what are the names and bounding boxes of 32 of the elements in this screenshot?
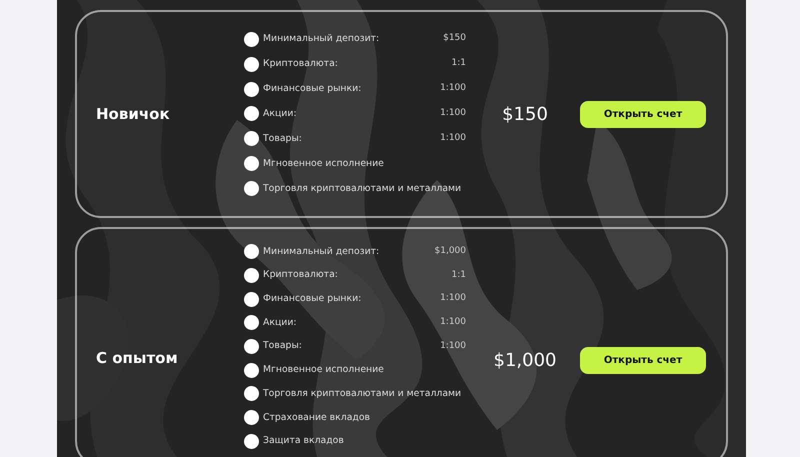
feature-label: Защита вкладов (263, 434, 344, 448)
plan-price: $1,000 (492, 349, 558, 373)
feature-label: Мгновенное исполнение (263, 363, 384, 378)
feature-value: 1:100 (440, 316, 467, 329)
open-account-button[interactable]: Открыть счет (580, 347, 706, 374)
feature-value: 1:100 (440, 292, 467, 306)
feature-label: Акции: (263, 107, 297, 121)
feature-label: Товары: (263, 339, 302, 354)
feature-value: 1:1 (452, 268, 467, 282)
feature-label: Страхование вкладов (263, 410, 370, 424)
feature-label: Финансовые рынки: (263, 82, 362, 96)
open-account-button[interactable]: Открыть счет (580, 100, 706, 128)
feature-value: 1:100 (440, 107, 467, 120)
feature-value: $150 (443, 32, 467, 46)
feature-label: Товары: (263, 132, 302, 146)
feature-label: Криптовалюта: (263, 268, 338, 282)
plan-price: $150 (501, 102, 549, 126)
feature-value: 1:1 (452, 57, 467, 70)
feature-label: Мгновенное исполнение (263, 156, 384, 171)
feature-value: 1:100 (440, 82, 467, 96)
feature-label: Финансовые рынки: (263, 292, 362, 306)
feature-label: Торговля криптовалютами и металлами (263, 386, 462, 401)
feature-value: 1:100 (440, 340, 467, 353)
feature-label: Минимальный депозит: (263, 32, 380, 46)
feature-label: Минимальный депозит: (263, 244, 380, 259)
plan-name: С опытом (96, 348, 179, 369)
feature-value: 1:100 (440, 132, 467, 146)
plan-name: Новичок (96, 104, 171, 125)
feature-label: Акции: (263, 316, 297, 330)
feature-label: Торговля криптовалютами и металлами (263, 182, 462, 196)
feature-label: Криптовалюта: (263, 57, 338, 71)
feature-value: $1,000 (434, 244, 467, 258)
